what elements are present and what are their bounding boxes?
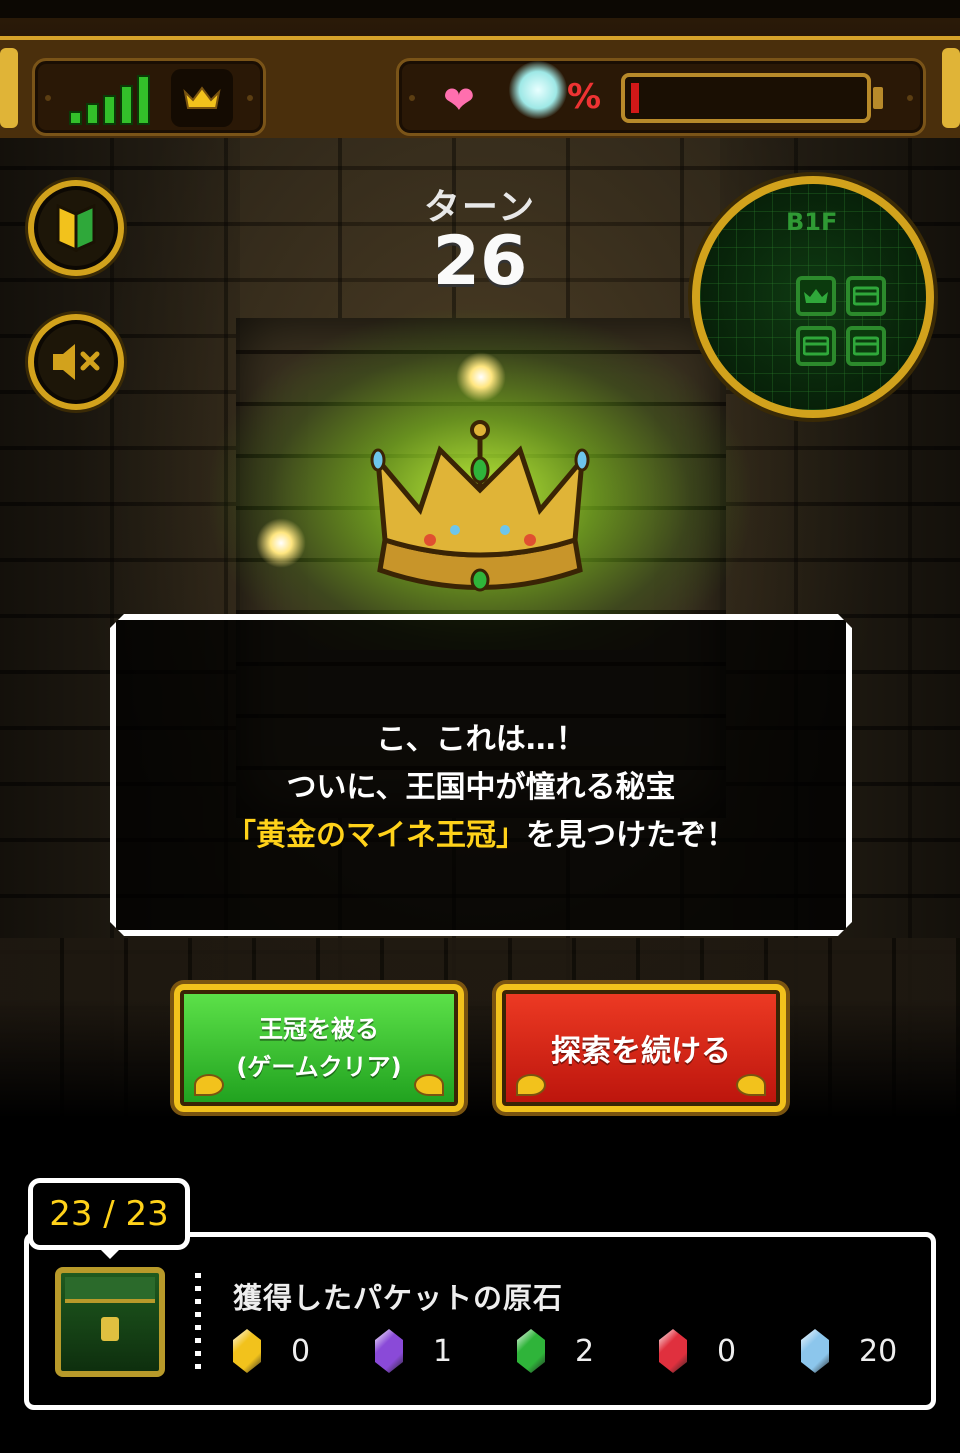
chest-lid — [65, 1277, 155, 1303]
dialog-line-3: 「黄金のマイネ王冠」を見つけたぞ！ — [116, 812, 846, 860]
stone-item: 1 — [375, 1329, 452, 1373]
stones-title: 獲得したパケットの原石 — [233, 1281, 564, 1315]
rivet — [245, 93, 255, 103]
dialog-line-2: ついに、王国中が憧れる秘宝 — [286, 770, 676, 805]
crown-icon — [804, 289, 828, 303]
ornament-right — [942, 48, 960, 128]
leaf-ornament — [414, 1074, 444, 1096]
wear-crown-button[interactable]: 王冠を被る (ゲームクリア) — [174, 984, 464, 1112]
gauge-fill — [631, 83, 639, 113]
gold-stone-count: 0 — [291, 1333, 311, 1369]
signal-strength-icon — [69, 73, 153, 125]
beginner-mark-icon — [56, 204, 96, 252]
blue-stone-count: 20 — [859, 1333, 898, 1369]
rivet — [407, 93, 417, 103]
treasure-counter: 23 / 23 — [28, 1178, 190, 1250]
minimap-room-chest — [796, 326, 836, 366]
chest-icon — [853, 336, 879, 356]
message-dialog: こ、これは…！ ついに、王国中が憧れる秘宝 「黄金のマイネ王冠」を見つけたぞ！ — [110, 614, 852, 936]
energy-gauge — [621, 73, 871, 123]
rivet — [905, 93, 915, 103]
green-stone-icon — [517, 1329, 545, 1373]
dialog-line-3-rest: を見つけたぞ！ — [526, 818, 736, 853]
stone-item: 0 — [233, 1329, 310, 1373]
dialog-text: こ、これは…！ ついに、王国中が憧れる秘宝 「黄金のマイネ王冠」を見つけたぞ！ — [116, 716, 846, 860]
red-stone-icon — [659, 1329, 687, 1373]
leaf-ornament — [516, 1074, 546, 1096]
gauge-cap — [873, 87, 883, 109]
red-stone-count: 0 — [717, 1333, 737, 1369]
dotted-divider — [195, 1273, 201, 1373]
gold-stone-icon — [233, 1329, 261, 1373]
continue-exploring-label: 探索を続ける — [551, 1034, 731, 1069]
sparkle-icon — [456, 352, 506, 402]
minimap-room-crown — [796, 276, 836, 316]
treasure-chest-icon — [55, 1267, 165, 1377]
game-clear-label: (ゲームクリア) — [236, 1053, 402, 1081]
sparkle-icon — [256, 518, 306, 568]
stone-item: 20 — [801, 1329, 897, 1373]
wear-crown-label: 王冠を被る — [259, 1015, 379, 1043]
minimap-room-chest — [846, 326, 886, 366]
treasure-name: 「黄金のマイネ王冠」 — [226, 818, 526, 853]
rivet — [43, 93, 53, 103]
sparkle-effect — [509, 61, 567, 119]
beginner-mark-button[interactable] — [28, 180, 124, 276]
green-stone-count: 2 — [575, 1333, 595, 1369]
rainbow-stone-count: 1 — [433, 1333, 453, 1369]
rainbow-stone-icon — [375, 1329, 403, 1373]
acquired-stones-panel: 獲得したパケットの原石 0 1 2 0 20 — [24, 1232, 936, 1410]
speaker-muted-icon — [53, 344, 100, 380]
percent-symbol: % — [567, 77, 602, 117]
scene-fade — [0, 998, 960, 1118]
stone-item: 0 — [659, 1329, 736, 1373]
continue-exploring-button[interactable]: 探索を続ける — [496, 984, 786, 1112]
chest-lock — [101, 1317, 119, 1341]
minimap-room-chest — [846, 276, 886, 316]
top-status-bar: ❤ % — [0, 0, 960, 154]
floor-label: B1F — [786, 208, 838, 236]
leaf-ornament — [736, 1074, 766, 1096]
turn-counter: 26 — [432, 222, 528, 301]
blue-stone-icon — [801, 1329, 829, 1373]
status-panel-right: ❤ % — [396, 58, 926, 136]
chest-icon — [853, 286, 879, 306]
status-panel-left — [32, 58, 266, 136]
heart-icon: ❤ — [443, 78, 475, 122]
mute-button[interactable] — [28, 314, 124, 410]
counter-pointer — [98, 1247, 122, 1259]
leaf-ornament — [194, 1074, 224, 1096]
stone-item: 2 — [517, 1329, 594, 1373]
crown-icon[interactable] — [171, 69, 233, 127]
golden-crown-image — [370, 420, 590, 592]
ornament-left — [0, 48, 18, 128]
chest-icon — [803, 336, 829, 356]
dialog-line-1: こ、これは…！ — [376, 722, 586, 757]
